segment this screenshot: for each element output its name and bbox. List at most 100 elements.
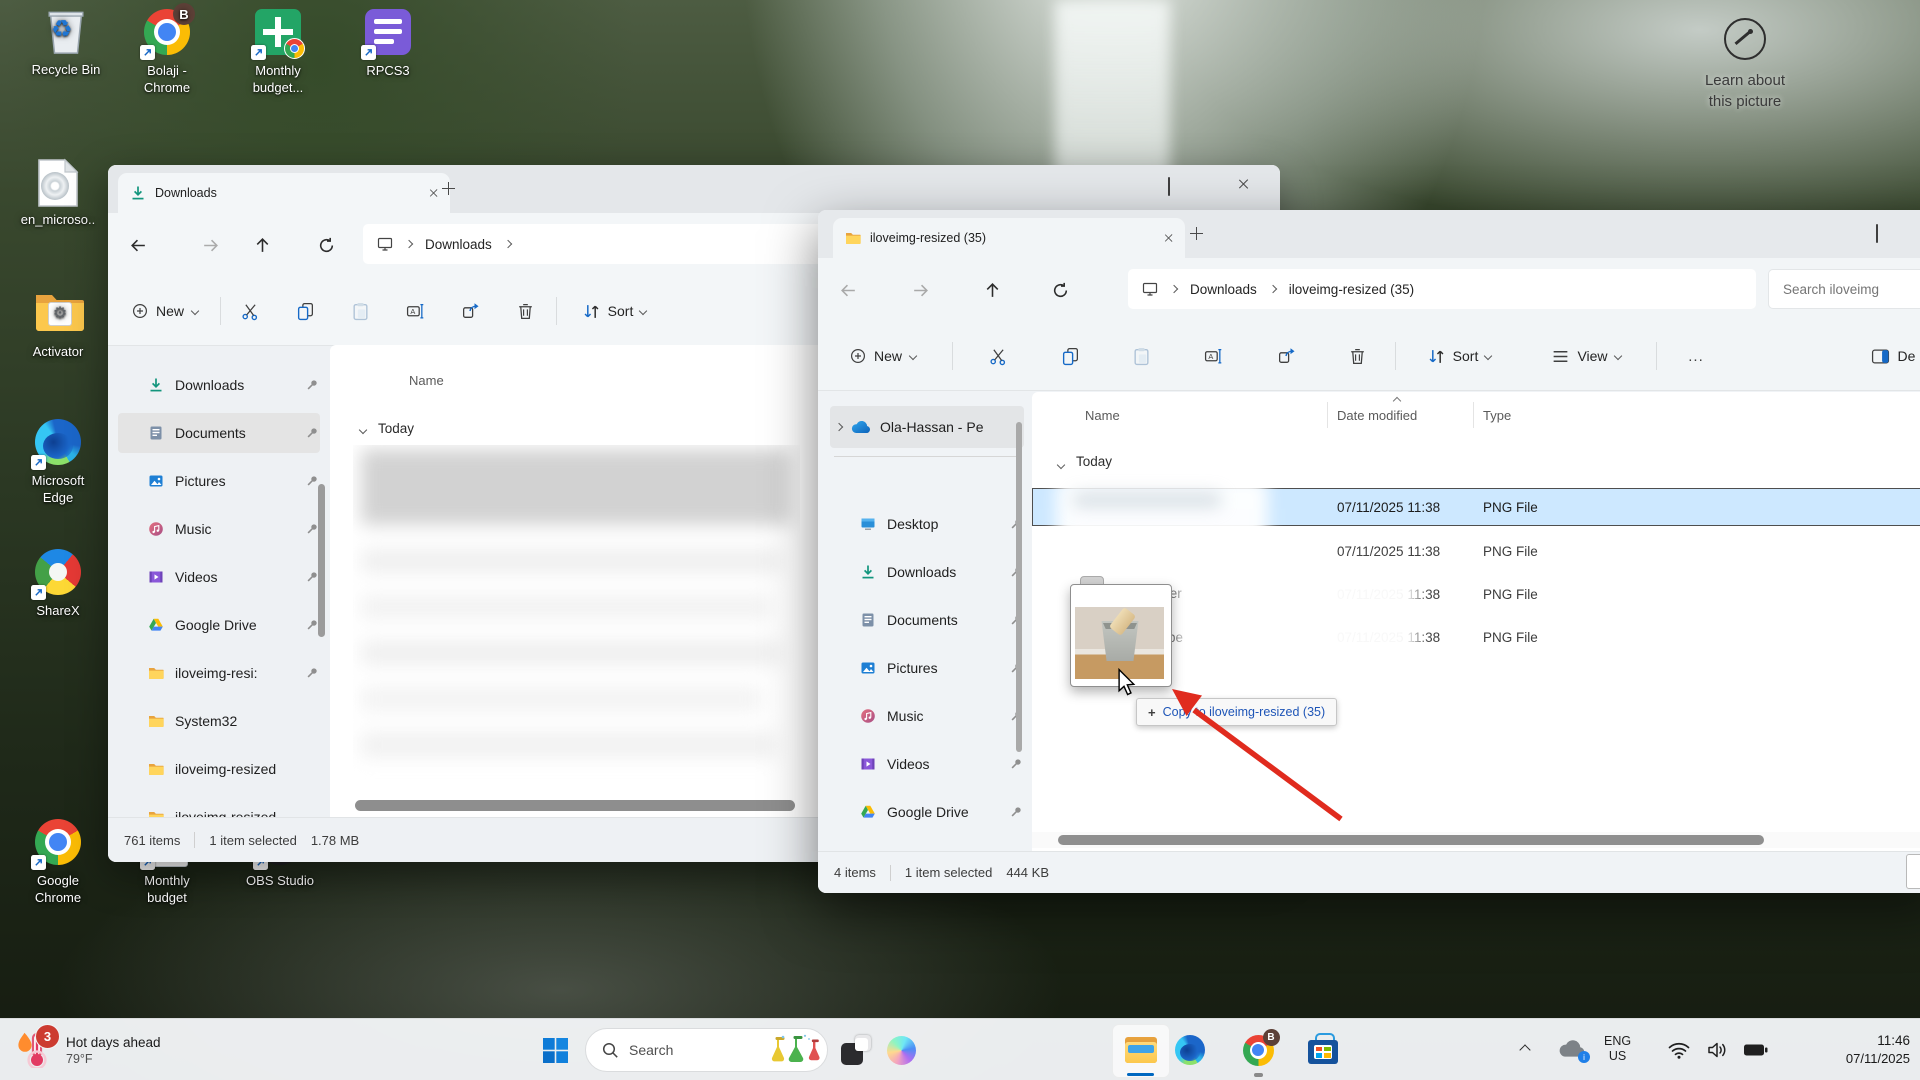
w2-column-type[interactable]: Type	[1483, 408, 1511, 423]
view-button[interactable]: View	[1540, 338, 1632, 374]
tray-language[interactable]: ENG US	[1604, 1034, 1631, 1064]
sidebar-item-desktop[interactable]: Desktop	[830, 504, 1024, 544]
w2-group-today[interactable]: Today	[1076, 454, 1112, 469]
copy-button[interactable]	[287, 293, 323, 329]
tray-clock[interactable]: 11:46 07/11/2025	[1790, 1033, 1910, 1066]
new-button[interactable]: New	[122, 293, 208, 329]
new-button[interactable]: New	[840, 338, 926, 374]
sort-button[interactable]: Sort	[570, 293, 658, 329]
desktop-icon-google-chrome[interactable]: Google Chrome	[3, 818, 113, 906]
taskbar-search[interactable]: Search	[585, 1028, 828, 1072]
tray-hidden-icons-button[interactable]	[1508, 1033, 1542, 1067]
desktop-icon-rpcs3[interactable]: RPCS3	[333, 8, 443, 79]
w1-address-bar[interactable]: Downloads	[363, 224, 841, 264]
w2-column-name[interactable]: Name	[1085, 408, 1120, 423]
up-button[interactable]	[248, 231, 276, 259]
start-button[interactable]	[538, 1033, 572, 1067]
w2-sidebar-scrollbar[interactable]	[1016, 422, 1022, 752]
share-button[interactable]	[1268, 338, 1304, 374]
details-pane-button[interactable]: De	[1858, 338, 1920, 374]
desktop-icon-edge[interactable]: Microsoft Edge	[3, 418, 113, 506]
sidebar-item-music[interactable]: Music	[830, 696, 1024, 736]
expand-chevron-icon[interactable]	[835, 423, 843, 431]
spotlight-widget[interactable]: Learn about this picture	[1675, 18, 1815, 112]
sidebar-item-music[interactable]: Music	[118, 509, 320, 549]
desktop-icon-sharex[interactable]: ShareX	[3, 548, 113, 619]
delete-button[interactable]	[1339, 338, 1375, 374]
sidebar-item-iloveimg-resi[interactable]: iloveimg-resi:	[118, 653, 320, 693]
breadcrumb-iloveimg[interactable]: iloveimg-resized (35)	[1289, 282, 1414, 297]
sidebar-item-pictures[interactable]: Pictures	[118, 461, 320, 501]
sidebar-item-downloads[interactable]: Downloads	[830, 552, 1024, 592]
taskbar-file-explorer-active[interactable]	[1112, 1024, 1170, 1078]
weather-widget[interactable]: 3 Hot days ahead 79°F	[14, 1025, 161, 1075]
sidebar-item-documents[interactable]: Documents	[830, 600, 1024, 640]
taskbar-chrome-bolaji[interactable]: B	[1241, 1033, 1275, 1067]
sidebar-item-downloads[interactable]: Downloads	[118, 365, 320, 405]
breadcrumb-downloads[interactable]: Downloads	[425, 237, 492, 252]
w1-sidebar-scrollbar[interactable]	[318, 484, 325, 637]
w2-hscroll-track[interactable]	[1032, 832, 1920, 848]
w2-hscroll-thumb[interactable]	[1058, 835, 1764, 845]
up-button[interactable]	[978, 276, 1006, 304]
desktop-icon-recycle-bin[interactable]: ♻ Recycle Bin	[11, 8, 121, 78]
breadcrumb-chevron-icon[interactable]	[504, 240, 512, 248]
group-collapse-icon[interactable]	[359, 426, 367, 434]
paste-button[interactable]	[342, 293, 378, 329]
share-button[interactable]	[452, 293, 488, 329]
back-button[interactable]	[124, 231, 152, 259]
w2-maximize-button[interactable]	[1876, 225, 1878, 243]
refresh-button[interactable]	[1046, 276, 1074, 304]
taskbar-microsoft-store[interactable]	[1306, 1033, 1340, 1067]
back-button[interactable]	[834, 276, 862, 304]
tab-close-icon[interactable]	[1164, 233, 1174, 243]
taskbar-edge[interactable]	[1173, 1033, 1207, 1067]
breadcrumb-downloads[interactable]: Downloads	[1190, 282, 1257, 297]
sidebar-item-system32[interactable]: System32	[118, 701, 320, 741]
sidebar-item-google-drive[interactable]: Google Drive	[118, 605, 320, 645]
sidebar-item-pictures[interactable]: Pictures	[830, 648, 1024, 688]
w1-column-name[interactable]: Name	[409, 373, 444, 388]
delete-button[interactable]	[507, 293, 543, 329]
cut-button[interactable]	[980, 338, 1016, 374]
tray-volume[interactable]	[1700, 1033, 1734, 1067]
desktop-icon-en-microso[interactable]: en_microso..	[3, 158, 113, 228]
column-divider[interactable]	[1473, 402, 1474, 428]
w2-column-date[interactable]: Date modified	[1337, 408, 1417, 423]
sidebar-item-videos[interactable]: Videos	[830, 744, 1024, 784]
sidebar-item-iloveimg-resized[interactable]: iloveimg-resized	[118, 749, 320, 789]
rename-button[interactable]: A	[1195, 338, 1231, 374]
desktop-icon-monthly-budget-web[interactable]: Monthly budget...	[223, 8, 333, 96]
taskbar-app-squares[interactable]	[839, 1033, 873, 1067]
view-toggle-button[interactable]	[1906, 854, 1920, 889]
w1-tab-downloads[interactable]: Downloads	[118, 173, 450, 213]
paste-button[interactable]	[1123, 338, 1159, 374]
sidebar-item-documents[interactable]: Documents	[118, 413, 320, 453]
copy-button[interactable]	[1052, 338, 1088, 374]
refresh-button[interactable]	[312, 231, 340, 259]
w2-address-bar[interactable]: Downloads iloveimg-resized (35)	[1128, 269, 1756, 309]
rename-button[interactable]: A	[397, 293, 433, 329]
sidebar-item-google-drive[interactable]: Google Drive	[830, 792, 1024, 832]
sidebar-item-iloveimg-resized-2[interactable]: iloveimg-resized	[118, 797, 320, 818]
w1-group-today[interactable]: Today	[378, 421, 414, 436]
desktop-icon-activator[interactable]: ⚙ Activator	[3, 290, 113, 360]
sort-button[interactable]: Sort	[1414, 338, 1504, 374]
tab-close-icon[interactable]	[429, 188, 439, 198]
w1-maximize-button[interactable]	[1168, 178, 1170, 196]
cut-button[interactable]	[232, 293, 268, 329]
w1-horizontal-scrollbar[interactable]	[355, 800, 795, 811]
sidebar-item-onedrive[interactable]: Ola-Hassan - Pe	[830, 406, 1024, 448]
search-input[interactable]	[1768, 269, 1920, 309]
tray-onedrive-status[interactable]: i	[1556, 1033, 1590, 1067]
forward-button[interactable]	[906, 276, 934, 304]
column-divider[interactable]	[1327, 402, 1328, 428]
more-options-button[interactable]: ...	[1676, 338, 1716, 374]
sidebar-item-videos[interactable]: Videos	[118, 557, 320, 597]
tray-wifi[interactable]	[1662, 1033, 1696, 1067]
tray-battery[interactable]	[1738, 1033, 1772, 1067]
taskbar-copilot[interactable]	[884, 1033, 918, 1067]
group-collapse-icon[interactable]	[1057, 461, 1065, 469]
forward-button[interactable]	[196, 231, 224, 259]
desktop-icon-bolaji-chrome[interactable]: B Bolaji - Chrome	[112, 8, 222, 96]
